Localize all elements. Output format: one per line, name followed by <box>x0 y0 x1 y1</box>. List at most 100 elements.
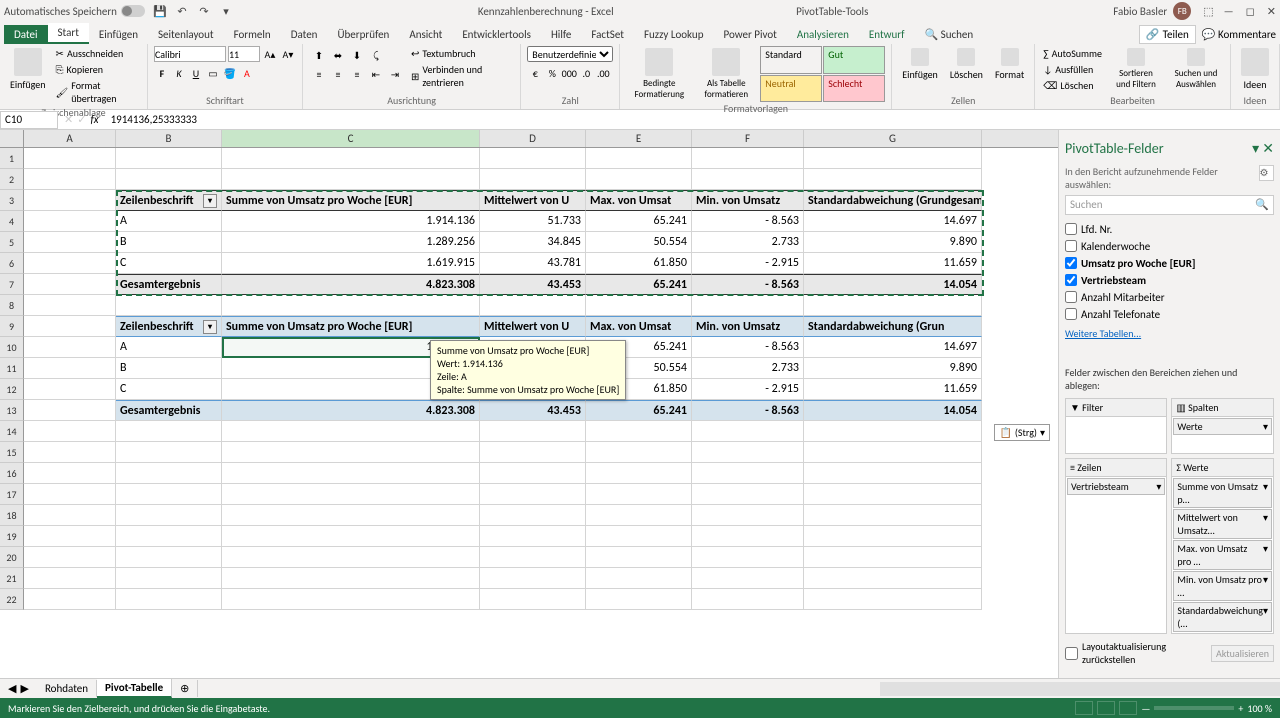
cell[interactable]: Mittelwert von U <box>480 190 586 211</box>
cell[interactable] <box>586 505 692 526</box>
row-header[interactable]: 21 <box>0 568 24 589</box>
currency-icon[interactable]: € <box>527 65 543 81</box>
dec-decimal-icon[interactable]: .00 <box>595 65 611 81</box>
close-icon[interactable]: ✕ <box>1267 5 1276 18</box>
cell[interactable] <box>116 148 222 169</box>
row-header[interactable]: 7 <box>0 274 24 295</box>
cell[interactable] <box>692 148 804 169</box>
inc-decimal-icon[interactable]: .0 <box>578 65 594 81</box>
copy-button[interactable]: ⎘Kopieren <box>54 62 141 77</box>
row-header[interactable]: 1 <box>0 148 24 169</box>
col-header-c[interactable]: C <box>222 130 480 147</box>
cell[interactable] <box>480 148 586 169</box>
row-header[interactable]: 20 <box>0 547 24 568</box>
font-color-button[interactable]: A <box>239 65 255 81</box>
row-header[interactable]: 18 <box>0 505 24 526</box>
cell[interactable] <box>586 547 692 568</box>
cell[interactable] <box>804 421 982 442</box>
rows-area[interactable]: ≡ Zeilen Vertriebsteam▾ <box>1065 458 1167 634</box>
field-item[interactable]: Umsatz pro Woche [EUR] <box>1065 255 1274 272</box>
cell[interactable]: Mittelwert von U <box>480 316 586 337</box>
tab-entwicklertools[interactable]: Entwicklertools <box>452 25 541 44</box>
cell[interactable] <box>480 295 586 316</box>
cell[interactable]: - 2.915 <box>692 253 804 274</box>
field-checkbox[interactable] <box>1065 308 1077 320</box>
autosave-toggle[interactable]: Automatisches Speichern <box>4 5 145 18</box>
cell[interactable] <box>222 463 480 484</box>
spreadsheet-grid[interactable]: A B C D E F G 123Zeilenbeschrift▾Summe v… <box>0 130 1058 678</box>
cancel-formula-icon[interactable]: ✕ <box>64 113 73 126</box>
align-top-icon[interactable]: ⬆ <box>311 47 327 63</box>
ribbon-display-icon[interactable]: ⬚ <box>1203 5 1213 18</box>
share-button[interactable]: 🔗 Teilen <box>1139 25 1196 44</box>
paste-options-button[interactable]: 📋(Strg)▾ <box>994 424 1050 441</box>
bold-button[interactable]: F <box>154 65 170 81</box>
cell[interactable]: 65.241 <box>586 211 692 232</box>
cell[interactable] <box>24 505 116 526</box>
cell[interactable] <box>692 568 804 589</box>
tab-factset[interactable]: FactSet <box>581 25 634 44</box>
col-header-e[interactable]: E <box>586 130 692 147</box>
cell[interactable] <box>586 589 692 610</box>
cell[interactable] <box>804 484 982 505</box>
page-break-view-icon[interactable] <box>1119 701 1137 715</box>
cell[interactable] <box>480 421 586 442</box>
row-header[interactable]: 14 <box>0 421 24 442</box>
cell[interactable] <box>804 463 982 484</box>
row-header[interactable]: 11 <box>0 358 24 379</box>
cell[interactable] <box>222 505 480 526</box>
cell[interactable]: - 8.563 <box>692 274 804 295</box>
values-area[interactable]: Σ Werte Summe von Umsatz p…▾Mittelwert v… <box>1171 458 1274 634</box>
cell[interactable]: Min. von Umsatz <box>692 316 804 337</box>
cell[interactable]: Min. von Umsatz <box>692 190 804 211</box>
cell[interactable]: 43.453 <box>480 274 586 295</box>
cell[interactable] <box>480 505 586 526</box>
cut-button[interactable]: ✂Ausschneiden <box>54 46 141 61</box>
cell[interactable]: 65.241 <box>586 274 692 295</box>
format-cells-button[interactable]: Format <box>991 46 1028 94</box>
cell[interactable] <box>692 421 804 442</box>
cell[interactable] <box>692 484 804 505</box>
border-button[interactable]: ▭ <box>205 65 221 81</box>
cell[interactable] <box>222 589 480 610</box>
field-checkbox[interactable] <box>1065 274 1077 286</box>
cell[interactable]: C <box>116 379 222 400</box>
cell[interactable]: 43.453 <box>480 400 586 421</box>
cell[interactable]: 4.823.308 <box>222 400 480 421</box>
column-pill[interactable]: Werte▾ <box>1173 418 1272 435</box>
cell[interactable]: Summe von Umsatz pro Woche [EUR] <box>222 316 480 337</box>
indent-dec-icon[interactable]: ⇤ <box>368 66 384 82</box>
cell[interactable]: 50.554 <box>586 232 692 253</box>
sort-filter-button[interactable]: Sortieren und Filtern <box>1108 46 1164 94</box>
cell[interactable]: 43.781 <box>480 253 586 274</box>
zoom-in-icon[interactable]: + <box>1238 702 1243 715</box>
value-pill[interactable]: Min. von Umsatz pro …▾ <box>1173 571 1272 601</box>
cell[interactable] <box>692 526 804 547</box>
cell[interactable] <box>116 589 222 610</box>
tab-seitenlayout[interactable]: Seitenlayout <box>148 25 224 44</box>
cell[interactable]: - 8.563 <box>692 211 804 232</box>
cell[interactable] <box>586 421 692 442</box>
cell[interactable] <box>804 505 982 526</box>
row-header[interactable]: 22 <box>0 589 24 610</box>
find-select-button[interactable]: Suchen und Auswählen <box>1168 46 1224 94</box>
cell[interactable] <box>116 442 222 463</box>
cell[interactable] <box>24 148 116 169</box>
cell[interactable]: Max. von Umsat <box>586 190 692 211</box>
cell[interactable]: C <box>116 253 222 274</box>
cell[interactable]: Gesamtergebnis <box>116 274 222 295</box>
cell[interactable] <box>116 484 222 505</box>
cell[interactable]: 1.289.256 <box>222 232 480 253</box>
tab-ueberpruefen[interactable]: Überprüfen <box>327 25 399 44</box>
style-standard[interactable]: Standard <box>760 46 822 74</box>
cell[interactable]: 61.850 <box>586 253 692 274</box>
field-item[interactable]: Vertriebsteam <box>1065 272 1274 289</box>
cell[interactable] <box>24 232 116 253</box>
tab-analysieren[interactable]: Analysieren <box>787 25 859 44</box>
more-tables-link[interactable]: Weitere Tabellen... <box>1065 323 1274 344</box>
tab-entwurf[interactable]: Entwurf <box>859 25 915 44</box>
page-layout-view-icon[interactable] <box>1097 701 1115 715</box>
cell[interactable] <box>24 442 116 463</box>
col-header-b[interactable]: B <box>116 130 222 147</box>
cell[interactable] <box>692 505 804 526</box>
